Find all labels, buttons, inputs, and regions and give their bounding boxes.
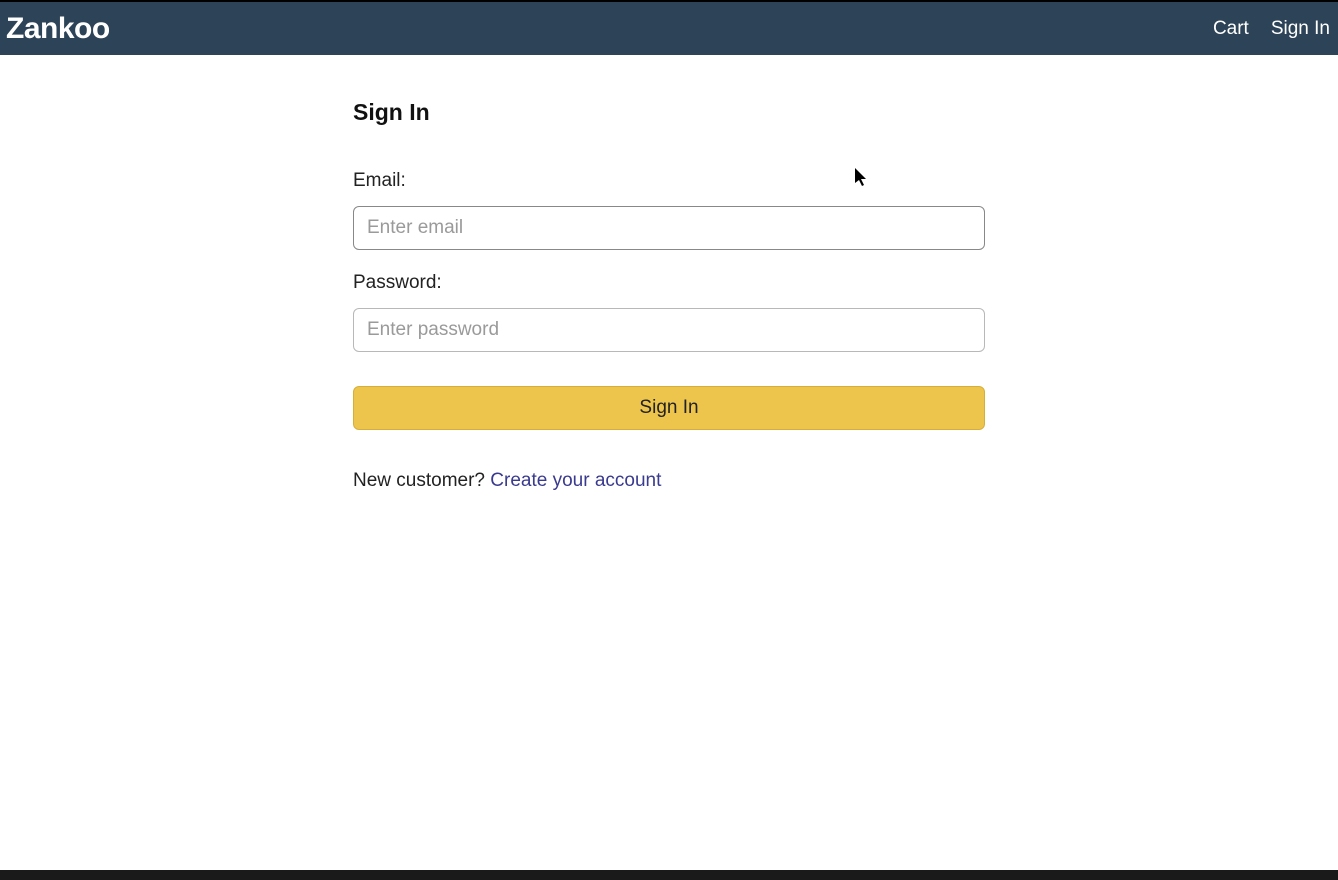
password-group: Password: xyxy=(353,272,985,352)
signin-form-container: Sign In Email: Password: Sign In New cus… xyxy=(353,55,985,492)
nav-cart-link[interactable]: Cart xyxy=(1213,18,1249,40)
nav-right: Cart Sign In xyxy=(1213,18,1334,40)
email-label: Email: xyxy=(353,170,985,192)
signin-button[interactable]: Sign In xyxy=(353,386,985,430)
page-title: Sign In xyxy=(353,99,985,126)
email-group: Email: xyxy=(353,170,985,250)
password-input[interactable] xyxy=(353,308,985,352)
create-account-link[interactable]: Create your account xyxy=(490,470,661,491)
nav-signin-link[interactable]: Sign In xyxy=(1271,18,1330,40)
signup-prompt-text: New customer? xyxy=(353,470,490,491)
bottom-bar xyxy=(0,870,1338,880)
brand-logo[interactable]: Zankoo xyxy=(6,12,110,46)
navbar: Zankoo Cart Sign In xyxy=(0,2,1338,55)
signup-prompt-row: New customer? Create your account xyxy=(353,470,985,492)
email-input[interactable] xyxy=(353,206,985,250)
password-label: Password: xyxy=(353,272,985,294)
